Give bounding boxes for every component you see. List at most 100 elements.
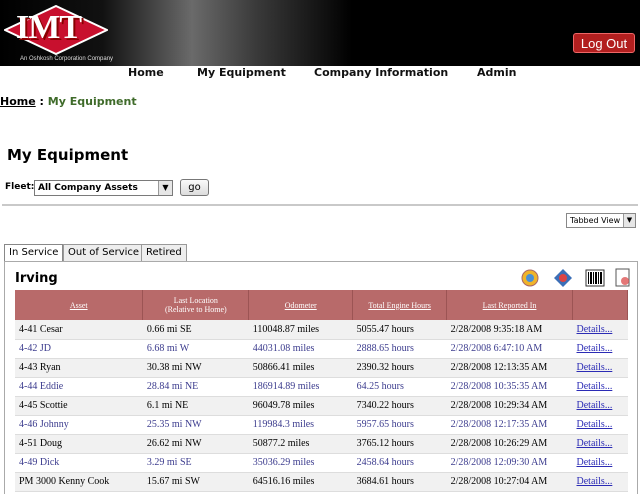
report-icon[interactable]	[613, 268, 633, 288]
cell-odometer: 110048.87 miles	[248, 320, 353, 340]
details-link[interactable]: Details...	[577, 343, 613, 354]
header-bar: IMT An Oshkosh Corporation Company Log O…	[0, 0, 640, 66]
cell-odometer: 50877.2 miles	[248, 434, 353, 454]
cell-last-reported: 2/28/2008 6:47:10 AM	[446, 339, 573, 359]
cell-odometer: 96049.78 miles	[248, 396, 353, 416]
details-link[interactable]: Details...	[577, 457, 613, 468]
cell-details: Details...	[572, 377, 628, 397]
details-link[interactable]: Details...	[577, 400, 613, 411]
header-last-reported[interactable]: Last Reported In	[446, 290, 573, 320]
cell-asset: 4-45 Scottie	[15, 396, 143, 416]
cell-last-reported: 2/28/2008 10:26:29 AM	[446, 434, 573, 454]
breadcrumb-current: My Equipment	[47, 95, 137, 108]
cell-details: Details...	[572, 320, 628, 340]
map-icon[interactable]	[553, 268, 573, 288]
equipment-table-wrapper: Asset Last Location (Relative to Home) O…	[15, 290, 628, 492]
cell-details: Details...	[572, 396, 628, 416]
fleet-select[interactable]: All Company Assets ▼	[34, 180, 173, 196]
table-row: 4-45 Scottie 6.1 mi NE 96049.78 miles 7340.…	[15, 396, 628, 416]
nav-home[interactable]: Home	[128, 66, 164, 79]
cell-last-reported: 2/28/2008 12:13:35 AM	[446, 358, 573, 378]
tab-out-of-service[interactable]: Out of Service	[63, 244, 145, 261]
nav-company-information[interactable]: Company Information	[314, 66, 448, 79]
cell-last-reported: 2/28/2008 12:09:30 AM	[446, 453, 573, 473]
cell-odometer: 186914.89 miles	[248, 377, 353, 397]
header-engine-hours[interactable]: Total Engine Hours	[352, 290, 448, 320]
cell-engine-hours: 7340.22 hours	[352, 396, 447, 416]
header-odometer[interactable]: Odometer	[248, 290, 354, 320]
cell-engine-hours: 2458.64 hours	[352, 453, 447, 473]
cell-last-reported: 2/28/2008 10:35:35 AM	[446, 377, 573, 397]
cell-last-location: 28.84 mi NE	[142, 377, 249, 397]
cell-details: Details...	[572, 415, 628, 435]
details-link[interactable]: Details...	[577, 476, 613, 487]
table-row: 4-46 Johnny 25.35 mi NW 119984.3 miles 5957…	[15, 415, 628, 435]
logo-text: IMT	[16, 9, 82, 46]
table-row: 4-44 Eddie 28.84 mi NE 186914.89 miles 64.2…	[15, 377, 628, 397]
tab-in-service[interactable]: In Service	[4, 244, 64, 262]
cell-details: Details...	[572, 339, 628, 359]
breadcrumb-home-link[interactable]: Home	[0, 95, 36, 108]
cell-details: Details...	[572, 472, 628, 492]
cell-details: Details...	[572, 358, 628, 378]
chevron-down-icon: ▼	[158, 181, 172, 195]
cell-last-reported: 2/28/2008 10:29:34 AM	[446, 396, 573, 416]
page-title: My Equipment	[7, 146, 129, 164]
main-nav: Home My Equipment Company Information Ad…	[0, 66, 640, 82]
fleet-select-value: All Company Assets	[38, 183, 138, 193]
header-details	[572, 290, 628, 320]
cell-last-location: 3.29 mi SE	[142, 453, 249, 473]
breadcrumb: Home : My Equipment	[0, 95, 137, 108]
cell-last-location: 6.68 mi W	[142, 339, 249, 359]
table-row: 4-49 Dick 3.29 mi SE 35036.29 miles 2458.64…	[15, 453, 628, 473]
cell-asset: 4-44 Eddie	[15, 377, 143, 397]
details-link[interactable]: Details...	[577, 419, 613, 430]
cell-engine-hours: 5055.47 hours	[352, 320, 447, 340]
details-link[interactable]: Details...	[577, 324, 613, 335]
cell-engine-hours: 2390.32 hours	[352, 358, 447, 378]
cell-last-location: 6.1 mi NE	[142, 396, 249, 416]
cell-asset: 4-51 Doug	[15, 434, 143, 454]
details-link[interactable]: Details...	[577, 381, 613, 392]
cell-asset: 4-43 Ryan	[15, 358, 143, 378]
header-asset[interactable]: Asset	[15, 290, 144, 320]
table-row: PM 3000 Kenny Cook 15.67 mi SW 64516.16 mi…	[15, 472, 628, 492]
cell-last-location: 25.35 mi NW	[142, 415, 249, 435]
imt-logo[interactable]: IMT An Oshkosh Corporation Company	[4, 3, 113, 63]
breadcrumb-separator: :	[39, 95, 44, 108]
nav-admin[interactable]: Admin	[477, 66, 516, 79]
cell-engine-hours: 64.25 hours	[352, 377, 447, 397]
cell-engine-hours: 3684.61 hours	[352, 472, 447, 492]
cell-odometer: 50866.41 miles	[248, 358, 353, 378]
header-last-location: Last Location (Relative to Home)	[142, 290, 250, 320]
tab-retired[interactable]: Retired	[141, 244, 187, 261]
globe-search-icon[interactable]	[520, 268, 540, 288]
cell-last-reported: 2/28/2008 9:35:18 AM	[446, 320, 573, 340]
barcode-icon[interactable]	[585, 268, 605, 288]
cell-asset: 4-42 JD	[15, 339, 143, 359]
cell-asset: PM 3000 Kenny Cook	[15, 472, 143, 492]
panel-title: Irving	[15, 271, 58, 286]
header-last-location-line2: (Relative to Home)	[164, 305, 227, 314]
cell-odometer: 44031.08 miles	[248, 339, 353, 359]
view-select[interactable]: Tabbed View ▼	[566, 213, 636, 228]
details-link[interactable]: Details...	[577, 438, 613, 449]
table-row: 4-51 Doug 26.62 mi NW 50877.2 miles 3765.12…	[15, 434, 628, 454]
table-header-row: Asset Last Location (Relative to Home) O…	[15, 290, 628, 320]
cell-odometer: 35036.29 miles	[248, 453, 353, 473]
nav-my-equipment[interactable]: My Equipment	[197, 66, 286, 79]
logo-subtitle: An Oshkosh Corporation Company	[20, 56, 114, 62]
go-button[interactable]: go	[180, 179, 209, 196]
header-last-location-line1: Last Location	[173, 296, 218, 305]
cell-asset: 4-46 Johnny	[15, 415, 143, 435]
view-select-value: Tabbed View	[570, 216, 621, 225]
cell-engine-hours: 2888.65 hours	[352, 339, 447, 359]
chevron-down-icon: ▼	[623, 214, 635, 227]
cell-last-reported: 2/28/2008 10:27:04 AM	[446, 472, 573, 492]
cell-last-location: 0.66 mi SE	[142, 320, 249, 340]
cell-details: Details...	[572, 434, 628, 454]
cell-last-location: 15.67 mi SW	[142, 472, 249, 492]
details-link[interactable]: Details...	[577, 362, 613, 373]
logout-button[interactable]: Log Out	[573, 33, 635, 53]
cell-last-location: 26.62 mi NW	[142, 434, 249, 454]
